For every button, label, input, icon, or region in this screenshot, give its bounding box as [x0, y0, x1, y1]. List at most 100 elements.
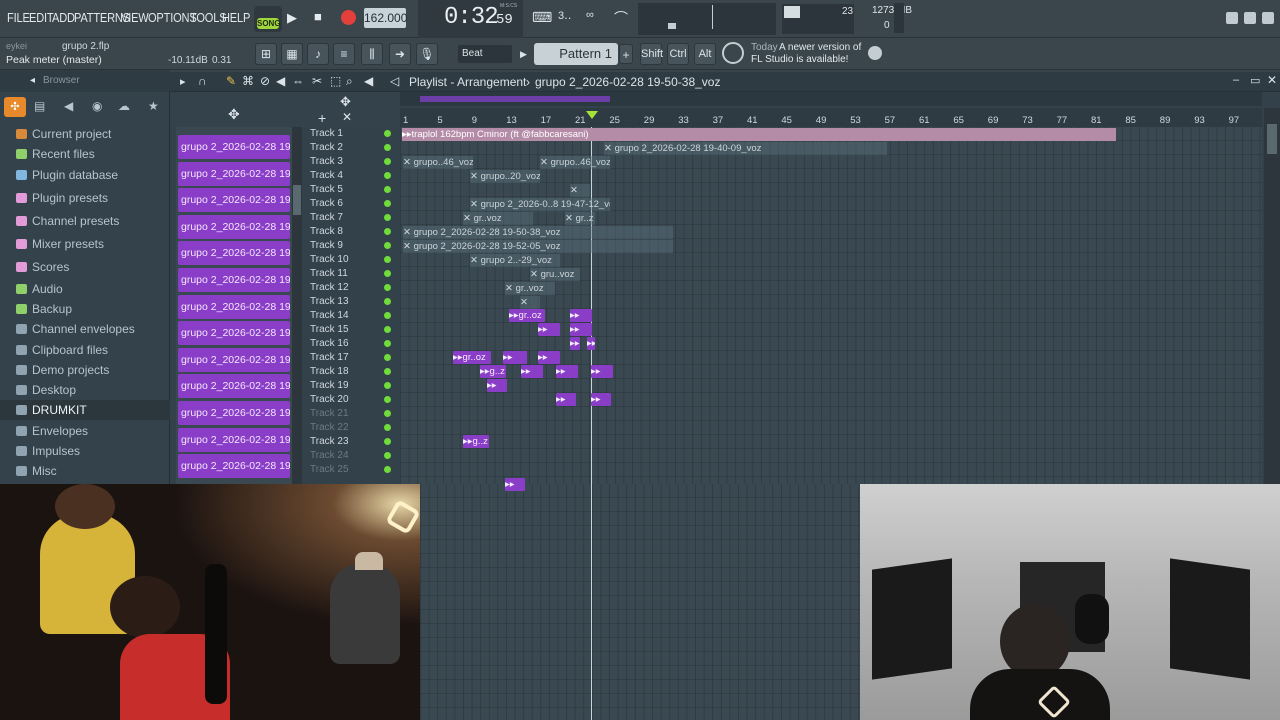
browser-item[interactable]: DRUMKIT [0, 400, 170, 420]
track-mute-led[interactable] [384, 186, 391, 193]
plugin-icon[interactable]: ◉ [92, 99, 102, 113]
playlist-clip[interactable]: ✕ grupo 2..-29_voz [470, 254, 560, 267]
track-mute-led[interactable] [384, 144, 391, 151]
pattern-item[interactable]: grupo 2_2026-02-28 19-... [178, 454, 290, 479]
tempo-display[interactable]: 162.000 [364, 8, 407, 28]
menu-help[interactable]: HELP [222, 10, 250, 25]
news-text[interactable]: A newer version of [779, 42, 861, 53]
track-header[interactable]: Track 3 [306, 155, 394, 169]
browser-item[interactable]: Channel presets [0, 211, 170, 231]
pattern-scrollbar-thumb[interactable] [293, 185, 301, 215]
track-mute-led[interactable] [384, 410, 391, 417]
cross-icon[interactable]: ✥ [340, 94, 351, 110]
playlist-clip[interactable]: ✕ gru..voz [530, 268, 580, 281]
menu-view[interactable]: VIEW [121, 10, 149, 25]
playlist-close[interactable]: ✕ [1267, 73, 1277, 87]
track-mute-led[interactable] [384, 130, 391, 137]
track-header[interactable]: Track 22 [306, 421, 394, 435]
browser-item[interactable]: Backup [0, 299, 170, 319]
track-header[interactable]: Track 17 [306, 351, 394, 365]
track-header[interactable]: Track 19 [306, 379, 394, 393]
browser-item[interactable]: Recent files [0, 144, 170, 164]
track-header[interactable]: Track 23 [306, 435, 394, 449]
channel-rack-icon[interactable]: ≡ [333, 43, 355, 65]
playlist-clip[interactable]: ✕ gr..voz [463, 212, 533, 225]
track-mute-led[interactable] [384, 200, 391, 207]
playlist-clip[interactable]: ▸▸ [591, 393, 611, 406]
pat-song-toggle[interactable]: SONG [254, 6, 282, 32]
brush-icon[interactable]: ⌘ [242, 74, 254, 88]
mute-icon[interactable]: ◀ [276, 74, 285, 88]
microphone-icon[interactable]: 🎙 [416, 43, 438, 65]
speaker-icon[interactable]: ◀ [64, 99, 73, 113]
browser-item[interactable]: Clipboard files [0, 340, 170, 360]
track-header[interactable]: Track 9 [306, 239, 394, 253]
track-header[interactable]: Track 24 [306, 449, 394, 463]
zoom-icon[interactable]: ⌕ [346, 74, 353, 89]
clip-track-26[interactable]: ▸▸ [505, 478, 525, 491]
menu-edit[interactable]: EDIT [29, 10, 54, 25]
track-mute-led[interactable] [384, 298, 391, 305]
playlist-clip[interactable]: ✕ gr..z [565, 212, 595, 225]
metronome-icon[interactable]: ⌒ [614, 8, 634, 26]
browser-item[interactable]: Demo projects [0, 360, 170, 380]
browser-item[interactable]: Desktop [0, 380, 170, 400]
back-arrow-icon[interactable]: ◂ [30, 75, 35, 86]
cloud-icon[interactable]: ☁ [118, 99, 130, 113]
pattern-item[interactable]: grupo 2_2026-02-28 19-... [178, 401, 290, 425]
browser-item[interactable]: Scores [0, 257, 170, 277]
playlist-clip[interactable]: ▸▸ [570, 323, 592, 336]
browser-item[interactable]: Audio [0, 279, 170, 299]
track-mute-led[interactable] [384, 270, 391, 277]
browser-item[interactable]: Plugin database [0, 165, 170, 185]
track-header[interactable]: Track 12 [306, 281, 394, 295]
browser-item[interactable]: Mixer presets [0, 234, 170, 254]
playlist-clip[interactable]: ▸▸ [521, 365, 543, 378]
browser-item[interactable]: Envelopes [0, 421, 170, 441]
playlist-clip[interactable]: ✕ grupo..46_voz [403, 156, 473, 169]
track-header[interactable]: Track 14 [306, 309, 394, 323]
playlist-clip[interactable]: ✕ grupo 2_2026-0..8 19-47-12_voz [470, 198, 610, 211]
track-header[interactable]: Track 21 [306, 407, 394, 421]
track-header[interactable]: Track 6 [306, 197, 394, 211]
globe-icon[interactable] [868, 46, 882, 60]
playlist-clip[interactable]: ▸▸g..z [480, 365, 506, 378]
countdown-icon[interactable]: 3‥ [558, 9, 578, 27]
playlist-clip[interactable]: ▸▸gr..oz [509, 309, 545, 322]
playlist-maximize[interactable]: ▭ [1250, 74, 1260, 87]
keyboard-icon[interactable]: ⌨ [532, 9, 552, 27]
track-mute-led[interactable] [384, 172, 391, 179]
track-header[interactable]: Track 10 [306, 253, 394, 267]
playlist-clip[interactable]: ✕ grupo 2_2026-02-28 19-40-09_voz [604, 142, 887, 155]
step-sequencer-icon[interactable]: ▦ [281, 43, 303, 65]
playlist-clip[interactable]: ▸▸ [556, 393, 576, 406]
grid-scrollbar-thumb[interactable] [1267, 124, 1277, 154]
magnet-icon[interactable]: ∩ [198, 74, 207, 88]
playlist-clip[interactable]: ▸▸ [538, 351, 560, 364]
news-icon[interactable] [722, 42, 744, 64]
move-icon[interactable]: ✥ [228, 106, 240, 123]
track-header[interactable]: Track 7 [306, 211, 394, 225]
track-header[interactable]: Track 1 [306, 127, 394, 141]
pattern-select[interactable]: Pattern 1 [534, 43, 618, 65]
track-mute-led[interactable] [384, 438, 391, 445]
track-mute-led[interactable] [384, 340, 391, 347]
pattern-scrollbar[interactable] [292, 127, 302, 484]
play-button[interactable]: ▶ [287, 10, 297, 26]
playlist-clip[interactable]: ▸▸ [538, 323, 560, 336]
shift-button[interactable]: Shift [640, 43, 663, 65]
loop-record-icon[interactable]: ∞ [586, 9, 606, 27]
menu-file[interactable]: FILE [7, 10, 30, 25]
track-mute-led[interactable] [384, 326, 391, 333]
playlist-clip[interactable]: ✕ grupo 2_2026-02-28 19-50-38_voz [403, 226, 673, 239]
track-header[interactable]: Track 2 [306, 141, 394, 155]
add-pattern-button[interactable]: + [619, 44, 633, 64]
playlist-clip[interactable]: ✕ grupo..46_voz [540, 156, 610, 169]
track-mute-led[interactable] [384, 368, 391, 375]
track-header[interactable]: Track 11 [306, 267, 394, 281]
menu-add[interactable]: ADD [52, 10, 75, 25]
track-mute-led[interactable] [384, 242, 391, 249]
track-header[interactable]: Track 8 [306, 225, 394, 239]
file-icon[interactable]: ▤ [34, 99, 45, 113]
slip-icon[interactable]: ⇔ [292, 74, 304, 88]
